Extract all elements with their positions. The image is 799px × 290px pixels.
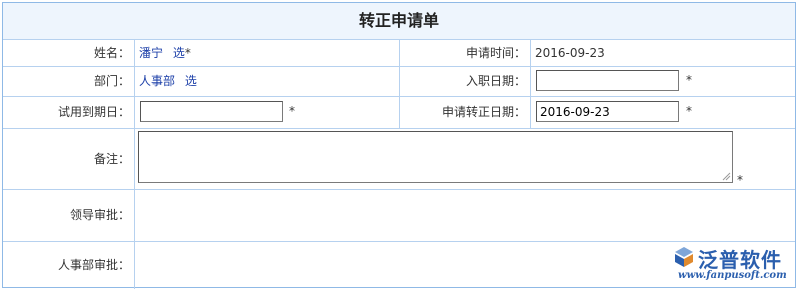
apply-time-value: 2016-09-23: [535, 46, 605, 60]
application-form: 转正申请单 姓名： 潘宁 选* 申请时间： 2016-09-23 部门： 人事部…: [2, 2, 796, 289]
logo-mark-icon: [675, 247, 693, 267]
trial-end-required-mark: *: [289, 104, 295, 118]
fanpusoft-logo: 泛普软件 www.fanpusoft.com: [670, 243, 796, 287]
hr-approval-label: 人事部审批：: [57, 258, 130, 272]
apply-time-label: 申请时间：: [465, 46, 526, 60]
name-cell: 潘宁 选*: [135, 40, 399, 66]
entry-date-input[interactable]: [536, 70, 679, 91]
leader-approval-cell: [135, 190, 795, 241]
name-select-link[interactable]: 选: [173, 46, 185, 60]
entry-date-required-mark: *: [686, 73, 692, 87]
regular-date-input[interactable]: [536, 101, 679, 122]
trial-end-label: 试用到期日：: [57, 105, 130, 119]
leader-approval-label: 领导审批：: [69, 208, 130, 222]
regular-date-label: 申请转正日期：: [441, 105, 526, 119]
dept-value: 人事部: [139, 74, 176, 88]
remark-required-mark: *: [737, 173, 743, 187]
entry-date-label: 入职日期：: [465, 74, 526, 88]
logo-url: www.fanpusoft.com: [678, 270, 787, 281]
dept-label: 部门：: [93, 74, 130, 88]
trial-end-input[interactable]: [140, 101, 283, 122]
resize-grip-icon[interactable]: [721, 171, 731, 181]
name-label: 姓名：: [93, 46, 130, 60]
remark-label: 备注：: [93, 152, 130, 166]
regular-date-required-mark: *: [686, 104, 692, 118]
name-required-mark: *: [184, 46, 191, 60]
dept-select-link[interactable]: 选: [185, 74, 197, 88]
hr-approval-cell: [135, 242, 665, 288]
remark-textarea[interactable]: [138, 131, 733, 183]
dept-cell: 人事部 选: [135, 67, 399, 96]
name-value: 潘宁: [139, 46, 164, 60]
logo-text: 泛普软件: [698, 248, 782, 272]
form-title: 转正申请单: [3, 3, 795, 39]
